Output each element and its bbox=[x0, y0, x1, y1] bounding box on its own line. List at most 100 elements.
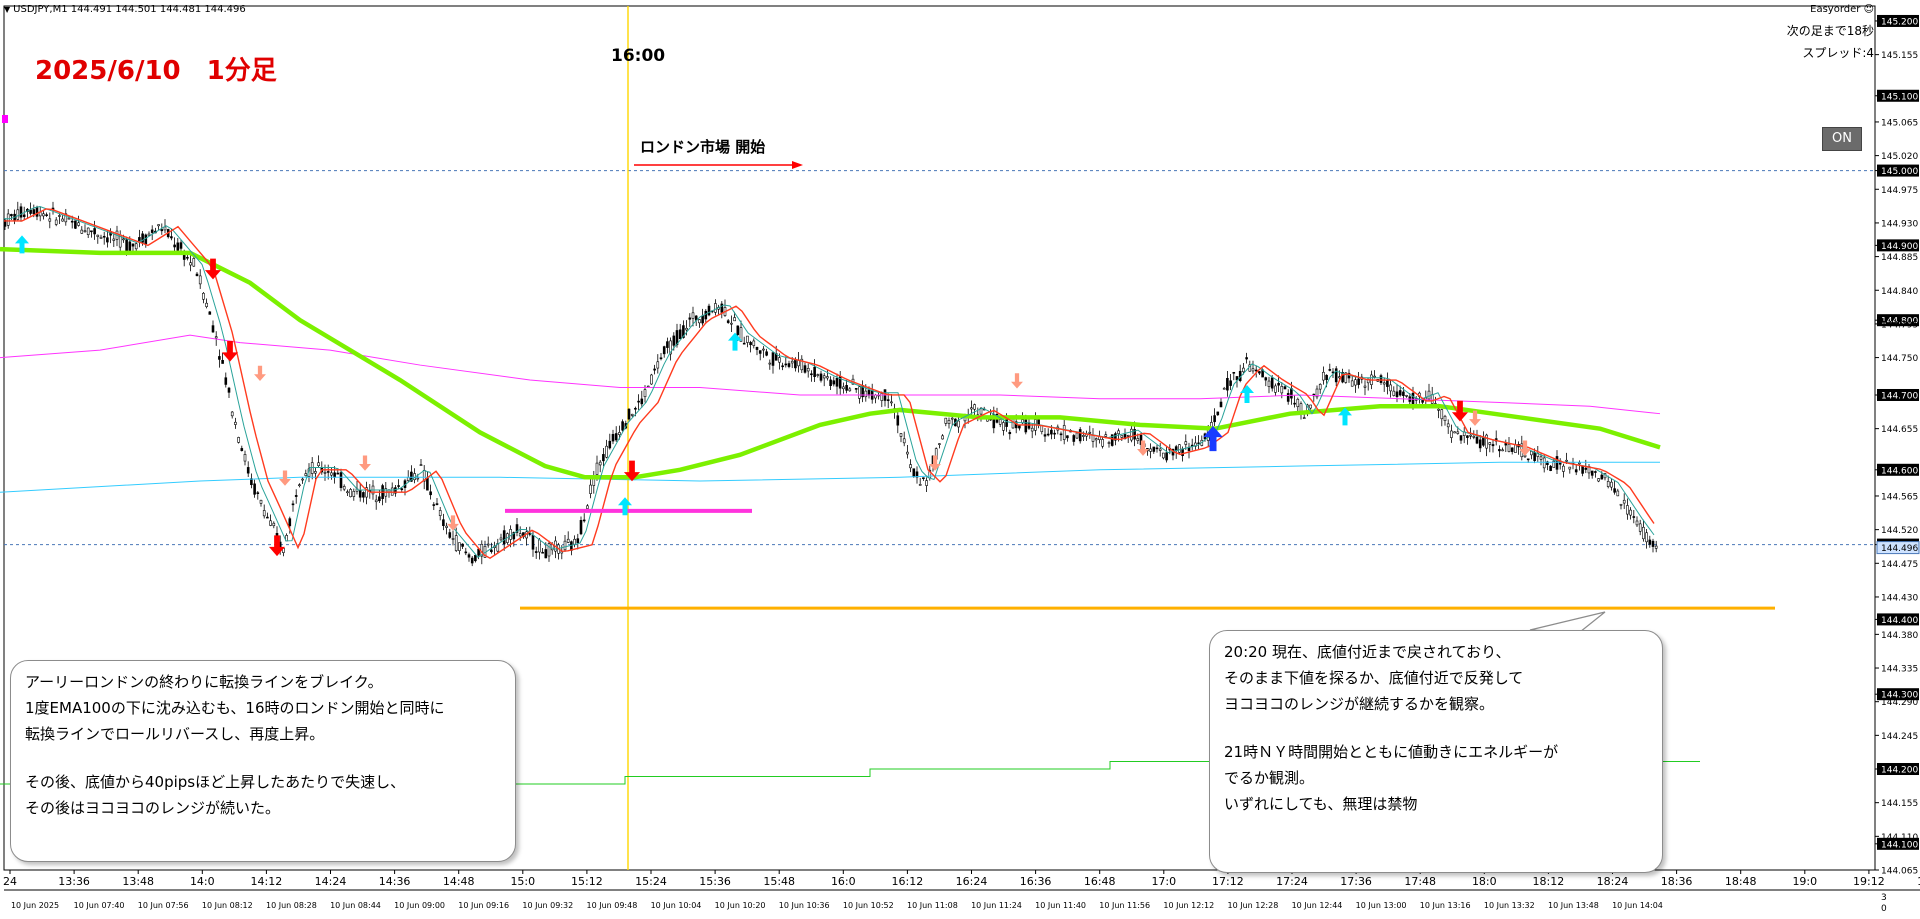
candle-body bbox=[1222, 387, 1226, 390]
x-date-label: 10 Jun 10:36 bbox=[779, 901, 830, 910]
candle-body bbox=[1130, 428, 1133, 441]
candle-body bbox=[944, 417, 948, 424]
x-date-label: 10 Jun 10:20 bbox=[715, 901, 766, 910]
candle-body bbox=[1152, 446, 1156, 452]
x-date-label: 10 Jun 12:28 bbox=[1227, 901, 1278, 910]
candle-body bbox=[1622, 499, 1626, 504]
x-date-label: 10 Jun 14:04 bbox=[1612, 901, 1663, 910]
candle-body bbox=[1443, 415, 1447, 421]
candle-body bbox=[1094, 438, 1098, 441]
candle-body bbox=[640, 398, 644, 405]
candle-body bbox=[234, 421, 237, 425]
y-tick-label: 144.290 bbox=[1881, 698, 1918, 708]
candle-body bbox=[1440, 409, 1444, 420]
candle-body bbox=[83, 230, 87, 233]
y-tick-label: 144.155 bbox=[1881, 799, 1918, 809]
candle-body bbox=[1629, 509, 1632, 516]
object-marker bbox=[2, 115, 8, 123]
candle-body bbox=[198, 275, 202, 285]
on-button[interactable]: ON bbox=[1822, 127, 1862, 151]
collapse-triangle-icon[interactable]: ▼ bbox=[4, 5, 10, 14]
x-date-label: 10 Jun 09:16 bbox=[458, 901, 509, 910]
candle-body bbox=[1530, 451, 1533, 456]
x-tick-label: 18:48 bbox=[1725, 875, 1757, 888]
candle-body bbox=[1325, 374, 1328, 380]
callout-right: 20:20 現在、底値付近まで戻されており、 そのまま下値を探るか、底値付近で反… bbox=[1209, 630, 1663, 873]
candle-body bbox=[1421, 399, 1424, 403]
candle-body bbox=[787, 363, 791, 367]
candle-body bbox=[1302, 417, 1306, 419]
x-date-label: 10 Jun 2025 bbox=[11, 901, 59, 910]
candle-body bbox=[195, 273, 199, 277]
candle-body bbox=[227, 387, 231, 393]
candle-body bbox=[906, 451, 909, 455]
candle-body bbox=[1011, 418, 1015, 429]
candle-body bbox=[733, 317, 736, 322]
candle-body bbox=[432, 504, 436, 506]
callout-line: アーリーロンドンの終わりに転換ラインをブレイク。 bbox=[25, 673, 383, 691]
candle-body bbox=[22, 214, 26, 217]
candle-body bbox=[822, 375, 826, 379]
candle-body bbox=[1498, 449, 1501, 452]
candle-body bbox=[262, 510, 266, 517]
candle-body bbox=[1504, 443, 1508, 446]
candle-body bbox=[643, 389, 647, 398]
candle-body bbox=[454, 535, 458, 551]
candle-body bbox=[634, 407, 637, 410]
candle-body bbox=[813, 366, 816, 377]
candle-body bbox=[406, 477, 410, 481]
candle-body bbox=[688, 317, 692, 320]
candle-body bbox=[736, 325, 740, 335]
candle-body bbox=[1357, 378, 1360, 385]
easyorder-label[interactable]: Easyorder ☺ bbox=[1810, 4, 1874, 15]
candle-body bbox=[1232, 371, 1236, 374]
candle-body bbox=[490, 549, 493, 553]
candle-body bbox=[538, 539, 541, 553]
candle-body bbox=[1251, 368, 1255, 372]
x-tick-label: 18:36 bbox=[1661, 875, 1693, 888]
candle-body bbox=[397, 485, 400, 487]
candle-body bbox=[246, 467, 250, 474]
candle-body bbox=[330, 472, 333, 476]
candle-body bbox=[650, 374, 653, 385]
x-tick-label: 18:24 bbox=[1597, 875, 1629, 888]
candle-body bbox=[1350, 380, 1354, 387]
candle-body bbox=[352, 490, 356, 497]
candle-body bbox=[1638, 523, 1642, 532]
candle-body bbox=[1654, 545, 1658, 549]
candle-body bbox=[1107, 442, 1111, 444]
candle-body bbox=[1219, 401, 1223, 408]
candle-body bbox=[998, 419, 1002, 425]
candle-body bbox=[659, 357, 663, 360]
chart-window[interactable]: 145.200 145.155 145.100 145.065 145.020 145.0… bbox=[0, 0, 1920, 919]
candle-body bbox=[86, 227, 90, 236]
candle-body bbox=[6, 213, 10, 226]
callout-left: アーリーロンドンの終わりに転換ラインをブレイク。 1度EMA100の下に沈み込む… bbox=[10, 660, 516, 862]
candle-body bbox=[1078, 429, 1082, 442]
candle-body bbox=[762, 348, 765, 351]
candle-body bbox=[806, 367, 810, 372]
candle-body bbox=[314, 471, 317, 474]
candle-body bbox=[509, 529, 512, 540]
candle-body bbox=[58, 215, 61, 217]
candle-body bbox=[752, 340, 756, 346]
y-tick-label: 144.885 bbox=[1881, 253, 1918, 263]
x-tick-label: 14:48 bbox=[443, 875, 475, 888]
candle-body bbox=[298, 484, 301, 487]
candle-body bbox=[765, 351, 768, 356]
y-tick-label: 145.000 bbox=[1881, 167, 1918, 177]
ema-fast-line bbox=[4, 208, 1655, 560]
candle-body bbox=[243, 454, 247, 462]
candle-body bbox=[48, 218, 52, 222]
candle-body bbox=[758, 350, 762, 354]
y-tick-label: 144.655 bbox=[1881, 425, 1918, 435]
callout-line: 20:20 現在、底値付近まで戻されており、 bbox=[1224, 643, 1511, 661]
candle-body bbox=[1162, 452, 1165, 459]
candle-body bbox=[1632, 516, 1636, 518]
candle-body bbox=[618, 432, 621, 435]
candle-body bbox=[218, 356, 221, 360]
candle-body bbox=[864, 390, 868, 398]
candle-body bbox=[1507, 443, 1511, 452]
candle-body bbox=[1581, 465, 1584, 474]
candle-body bbox=[973, 404, 976, 410]
